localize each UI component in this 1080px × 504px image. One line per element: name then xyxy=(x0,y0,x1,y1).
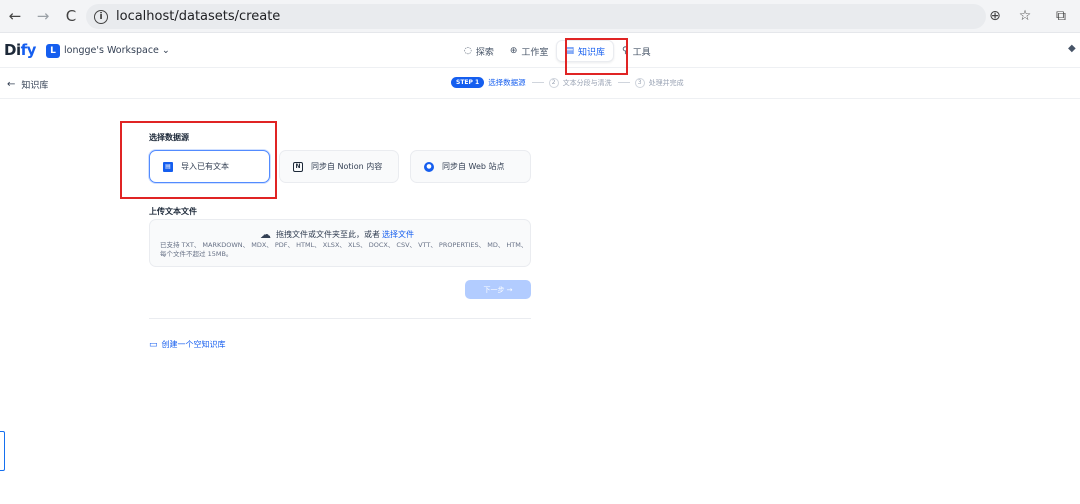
browser-forward-button[interactable]: → xyxy=(32,5,54,27)
dify-logo[interactable]: Dify xyxy=(4,41,36,59)
back-label: 知识库 xyxy=(21,81,49,91)
globe-icon: ● xyxy=(424,161,434,172)
extensions-icon[interactable]: ⧉ xyxy=(1050,5,1072,27)
divider xyxy=(149,318,531,319)
step2-label: 文本分段与清洗 xyxy=(562,78,612,87)
arrow-left-icon: ← xyxy=(7,79,16,90)
source-web-label: 同步自 Web 站点 xyxy=(442,162,505,171)
nav-studio[interactable]: ⊕ 工作室 xyxy=(502,40,557,62)
browser-back-button[interactable]: ← xyxy=(4,5,26,27)
upload-cloud-icon: ☁ xyxy=(260,228,271,241)
folder-icon: ▭ xyxy=(149,339,158,350)
notion-icon: N xyxy=(293,161,303,172)
plugin-icon[interactable]: ◆ xyxy=(1068,43,1076,54)
step-indicator: STEP 1 选择数据源 2 文本分段与清洗 3 处理并完成 xyxy=(451,77,690,88)
browser-actions: ⊕ ☆ ⧉ xyxy=(976,5,1072,27)
app-header: Dify L longge's Workspace ⌄ ◌ 探索 ⊕ 工作室 ▤… xyxy=(0,34,1080,68)
step-bar: ← 知识库 STEP 1 选择数据源 2 文本分段与清洗 3 处理并完成 xyxy=(0,69,1080,99)
explore-icon: ◌ xyxy=(464,46,472,56)
bookmark-star-icon[interactable]: ☆ xyxy=(1014,5,1036,27)
source-notion-label: 同步自 Notion 内容 xyxy=(311,162,383,171)
upload-title: 上传文本文件 xyxy=(149,207,197,216)
step-connector xyxy=(531,82,544,83)
supported-formats-hint: 已支持 TXT、 MARKDOWN、 MDX、 PDF、 HTML、 XLSX、… xyxy=(160,241,528,258)
browser-toolbar: ← → C i localhost/datasets/create ⊕ ☆ ⧉ xyxy=(0,0,1080,33)
zoom-icon[interactable]: ⊕ xyxy=(984,5,1006,27)
step3-number: 3 xyxy=(634,77,645,88)
nav-studio-label: 工作室 xyxy=(521,47,549,58)
nav-explore-label: 探索 xyxy=(475,47,494,58)
studio-icon: ⊕ xyxy=(509,46,518,56)
url-text[interactable]: localhost/datasets/create xyxy=(116,9,280,24)
create-empty-knowledge-link[interactable]: ▭ 创建一个空知识库 xyxy=(149,339,226,350)
source-option-notion[interactable]: N 同步自 Notion 内容 xyxy=(279,150,399,183)
step2-number: 2 xyxy=(548,77,559,88)
step1-badge: STEP 1 xyxy=(451,77,485,88)
next-step-button[interactable]: 下一步 → xyxy=(465,280,531,299)
step-connector xyxy=(617,82,630,83)
logo-text: Di xyxy=(4,41,21,59)
main-nav: ◌ 探索 ⊕ 工作室 ▤ 知识库 ⚲ 工具 xyxy=(456,40,659,62)
workspace-selector[interactable]: longge's Workspace ⌄ xyxy=(64,45,170,56)
step3-label: 处理并完成 xyxy=(648,78,684,87)
create-empty-label: 创建一个空知识库 xyxy=(161,340,226,349)
site-info-icon[interactable]: i xyxy=(94,9,108,24)
source-option-web[interactable]: ● 同步自 Web 站点 xyxy=(410,150,531,183)
highlight-box-source xyxy=(120,121,277,199)
step1-label: 选择数据源 xyxy=(488,78,526,87)
browser-reload-button[interactable]: C xyxy=(60,5,82,27)
nav-tools-label: 工具 xyxy=(632,47,651,58)
dropzone-text: 拖拽文件或文件夹至此，或者 xyxy=(276,230,380,239)
nav-explore[interactable]: ◌ 探索 xyxy=(456,40,502,62)
dropzone-prompt: ☁ 拖拽文件或文件夹至此，或者 选择文件 xyxy=(260,228,414,241)
file-dropzone[interactable]: ☁ 拖拽文件或文件夹至此，或者 选择文件 已支持 TXT、 MARKDOWN、 … xyxy=(149,219,531,267)
workspace-avatar[interactable]: L xyxy=(46,44,60,58)
side-handle[interactable] xyxy=(0,431,5,471)
address-bar[interactable]: i localhost/datasets/create xyxy=(86,4,986,29)
logo-accent-text: fy xyxy=(20,41,37,59)
back-to-knowledge-link[interactable]: ← 知识库 xyxy=(7,78,48,91)
select-file-link[interactable]: 选择文件 xyxy=(382,229,414,240)
